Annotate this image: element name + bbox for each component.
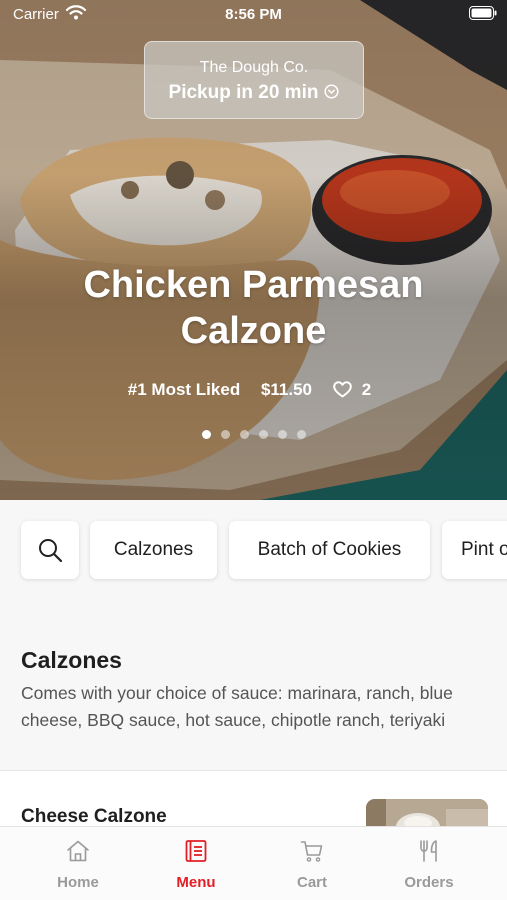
- cart-icon: [300, 841, 323, 862]
- featured-title-line1: Chicken Parmesan: [83, 264, 424, 306]
- featured-badge: #1 Most Liked: [127, 380, 241, 399]
- pickup-selector[interactable]: The Dough Co. Pickup in 20 min: [144, 41, 364, 119]
- tab-menu[interactable]: Menu: [138, 827, 254, 900]
- clock: 8:56 PM: [225, 6, 282, 23]
- battery-icon: [469, 6, 497, 20]
- tab-bar: Home Menu Cart Orders: [0, 826, 507, 900]
- carousel-dot[interactable]: [277, 430, 287, 439]
- search-button[interactable]: [21, 521, 79, 579]
- carousel-dot[interactable]: [239, 430, 249, 439]
- featured-title-line2: Calzone: [180, 310, 327, 352]
- featured-price: $11.50: [260, 380, 312, 399]
- menu-item[interactable]: Cheese Calzone: [0, 771, 507, 831]
- pickup-time: Pickup in 20 min: [145, 82, 363, 104]
- category-chip-calzones[interactable]: Calzones: [90, 521, 217, 579]
- featured-meta: #1 Most Liked $11.50 2: [0, 380, 507, 400]
- menu-item-name: Cheese Calzone: [21, 806, 167, 827]
- like-button[interactable]: 2: [332, 380, 379, 399]
- like-count: 2: [361, 380, 372, 399]
- category-chip-cookies[interactable]: Batch of Cookies: [229, 521, 430, 579]
- home-icon: [67, 840, 89, 862]
- status-bar: Carrier 8:56 PM: [0, 0, 507, 30]
- tab-home[interactable]: Home: [20, 827, 136, 900]
- featured-title: Chicken Parmesan Calzone: [0, 262, 507, 354]
- carousel-dot[interactable]: [201, 430, 211, 439]
- chevron-down-icon: [324, 84, 340, 99]
- menu-book-icon: [185, 840, 207, 862]
- tab-orders[interactable]: Orders: [371, 827, 487, 900]
- heart-icon: [332, 381, 352, 398]
- carousel-dot[interactable]: [220, 430, 230, 439]
- tab-menu-label: Menu: [176, 874, 216, 891]
- carousel-pagination[interactable]: [0, 430, 507, 439]
- carousel-dot[interactable]: [296, 430, 306, 439]
- store-name: The Dough Co.: [199, 59, 309, 76]
- category-chip-ice-cream[interactable]: Pint of Ice Cream: [442, 521, 507, 579]
- pickup-time-label: Pickup in 20 min: [168, 82, 319, 103]
- category-bar: Calzones Batch of Cookies Pint of Ice Cr…: [0, 500, 507, 600]
- carousel-dot[interactable]: [258, 430, 268, 439]
- tab-cart-label: Cart: [296, 874, 327, 891]
- tab-home-label: Home: [57, 874, 99, 891]
- section-description: Comes with your choice of sauce: marinar…: [21, 683, 453, 730]
- section-title: Calzones: [21, 647, 122, 673]
- featured-hero[interactable]: Carrier 8:56 PM The Dough Co. Pickup in …: [0, 0, 507, 500]
- fork-knife-icon: [420, 840, 437, 862]
- tab-orders-label: Orders: [404, 874, 454, 891]
- search-icon: [39, 539, 63, 563]
- tab-cart[interactable]: Cart: [254, 827, 370, 900]
- menu-section: Calzones Comes with your choice of sauce…: [0, 600, 507, 770]
